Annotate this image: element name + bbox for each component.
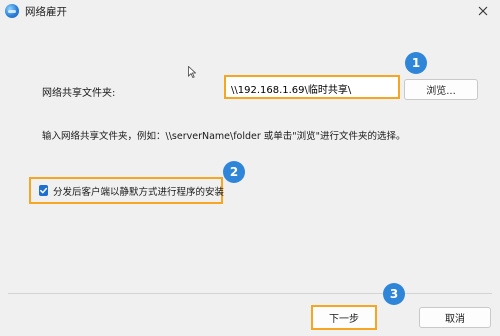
silent-install-label: 分发后客户端以静默方式进行程序的安装 xyxy=(53,186,225,198)
share-path-input[interactable]: \\192.168.1.69\临时共享\ xyxy=(224,75,400,99)
title-bar: 网络雇开 xyxy=(0,0,500,22)
mouse-cursor-icon xyxy=(188,66,196,78)
footer-divider xyxy=(8,293,492,294)
step-2-badge: 2 xyxy=(223,161,245,183)
step-1-badge: 1 xyxy=(405,52,427,74)
hint-text: 输入网络共享文件夹，例如：\\serverName\folder 或单击"浏览"… xyxy=(42,131,406,142)
dialog-body: 网络共享文件夹: \\192.168.1.69\临时共享\ 浏览... 输入网络… xyxy=(0,22,500,336)
silent-install-checkbox[interactable] xyxy=(39,185,48,196)
window-title: 网络雇开 xyxy=(25,6,67,18)
globe-icon xyxy=(5,4,19,18)
next-button[interactable]: 下一步 xyxy=(311,305,377,330)
step-3-badge: 3 xyxy=(383,283,405,305)
close-button[interactable] xyxy=(466,0,500,22)
checkmark-icon xyxy=(40,187,48,194)
silent-install-option[interactable]: 分发后客户端以静默方式进行程序的安装 xyxy=(29,177,225,204)
cancel-button[interactable]: 取消 xyxy=(419,307,491,328)
close-icon xyxy=(478,6,488,16)
share-folder-label: 网络共享文件夹: xyxy=(42,88,116,99)
browse-button[interactable]: 浏览... xyxy=(404,79,478,100)
